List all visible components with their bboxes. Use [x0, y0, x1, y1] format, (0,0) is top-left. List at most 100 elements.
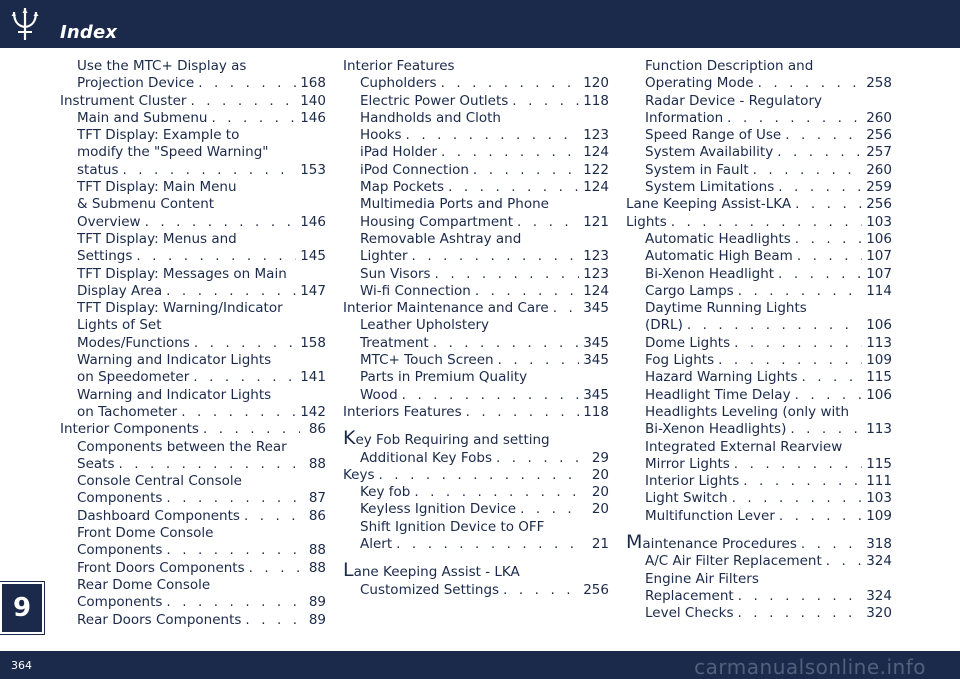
page-reference: 147 [300, 282, 326, 299]
index-entry: Headlight Time Delay 106 [626, 387, 892, 404]
index-entry: Components 89 [60, 594, 326, 611]
page-reference: 345 [583, 386, 609, 403]
dot-leader [503, 582, 579, 599]
page-reference: 20 [591, 501, 609, 518]
dot-leader [553, 300, 580, 317]
index-term: Multimedia Ports and Phone [360, 196, 549, 213]
dot-leader [738, 588, 863, 605]
index-entry: Warning and Indicator Lights [60, 352, 326, 369]
page-reference: 107 [866, 248, 892, 265]
index-entry: Interior Components 86 [60, 421, 326, 438]
index-term: Headlight Time Delay [645, 386, 791, 403]
index-term: System in Fault [645, 161, 749, 178]
dot-leader [406, 127, 580, 144]
dot-leader [778, 266, 862, 283]
page-footer: 364 carmanualsonline.info [0, 651, 960, 679]
index-term: status [77, 161, 119, 178]
index-term: Lane Keeping Assist-LKA [626, 196, 792, 213]
dot-leader [466, 404, 580, 421]
index-term: Seats [77, 455, 115, 472]
dot-leader [738, 605, 863, 622]
index-entry: iPod Connection 122 [343, 162, 609, 179]
watermark: carmanualsonline.info [694, 655, 926, 679]
index-term: Shift Ignition Device to OFF [360, 518, 545, 535]
page-reference: 256 [866, 127, 892, 144]
index-entry: Rear Dome Console [60, 577, 326, 594]
index-entry: Headlights Leveling (only with [626, 404, 892, 421]
dot-leader [826, 553, 862, 570]
dot-leader [402, 387, 580, 404]
index-term: Wi-fi Connection [360, 282, 471, 299]
dot-leader [777, 144, 862, 161]
index-entry: Sun Visors 123 [343, 266, 609, 283]
index-entry: Display Area 147 [60, 283, 326, 300]
page-reference: 122 [583, 161, 609, 178]
dot-leader [441, 144, 579, 161]
index-entry: Removable Ashtray and [343, 231, 609, 248]
index-entry: A/C Air Filter Replacement 324 [626, 553, 892, 570]
page-reference: 87 [308, 490, 326, 507]
index-term: Engine Air Filters [645, 570, 759, 587]
index-entry: Instrument Cluster 140 [60, 93, 326, 110]
dot-leader [795, 231, 862, 248]
index-term: TFT Display: Main Menu [77, 179, 237, 196]
index-term: TFT Display: Warning/Indicator [77, 300, 283, 317]
index-term: Components [77, 542, 163, 559]
index-term: Lights [626, 213, 667, 230]
dot-leader [734, 335, 862, 352]
page-reference: 109 [866, 352, 892, 369]
index-entry: System Availability 257 [626, 144, 892, 161]
page-reference: 146 [300, 109, 326, 126]
dot-leader [520, 501, 583, 518]
page-reference: 20 [591, 466, 609, 483]
index-entry: status 153 [60, 162, 326, 179]
dot-leader [795, 196, 862, 213]
index-entry: iPad Holder 124 [343, 144, 609, 161]
dot-leader [671, 214, 862, 231]
dot-leader [396, 536, 583, 553]
dot-leader [732, 490, 863, 507]
index-term: Automatic High Beam [645, 248, 793, 265]
dot-leader [448, 179, 579, 196]
index-term: Customized Settings [360, 581, 500, 598]
index-term: Alert [360, 536, 393, 553]
page-reference: 106 [866, 230, 892, 247]
index-entry: Integrated External Rearview [626, 439, 892, 456]
page-reference: 107 [866, 265, 892, 282]
page-reference: 29 [591, 449, 609, 466]
page-reference: 124 [583, 179, 609, 196]
page-reference: 259 [866, 179, 892, 196]
index-term: Interiors Features [343, 403, 462, 420]
page-reference: 123 [583, 248, 609, 265]
page-reference: 106 [866, 386, 892, 403]
index-term: Front Doors Components [77, 559, 245, 576]
page-reference: 153 [300, 161, 326, 178]
dot-leader [687, 317, 862, 334]
index-entry: TFT Display: Warning/Indicator [60, 300, 326, 317]
index-term: Components [77, 594, 163, 611]
index-term: iPad Holder [360, 144, 438, 161]
page-reference: 121 [583, 213, 609, 230]
dot-leader [743, 473, 862, 490]
page-reference: 158 [300, 334, 326, 351]
index-entry: TFT Display: Messages on Main [60, 266, 326, 283]
index-entry: Map Pockets 124 [343, 179, 609, 196]
index-entry: Level Checks 320 [626, 605, 892, 622]
dot-leader [166, 283, 296, 300]
index-column-1: Use the MTC+ Display as Projection Device… [60, 58, 326, 629]
index-term: Cupholders [360, 75, 437, 92]
index-term: Bi-Xenon Headlights) [645, 421, 787, 438]
index-term: Light Switch [645, 490, 728, 507]
index-entry: Components 87 [60, 490, 326, 507]
page-reference: 88 [308, 542, 326, 559]
index-term: Interior Maintenance and Care [343, 300, 549, 317]
index-entry: Rear Doors Components 89 [60, 612, 326, 629]
index-term: Settings [77, 248, 133, 265]
page-reference: 109 [866, 507, 892, 524]
index-entry: Lights 103 [626, 214, 892, 231]
page-reference: 258 [866, 75, 892, 92]
index-term: MTC+ Touch Screen [360, 352, 494, 369]
index-term: Modes/Functions [77, 334, 190, 351]
index-term: Multifunction Lever [645, 507, 775, 524]
page-reference: 324 [866, 553, 892, 570]
